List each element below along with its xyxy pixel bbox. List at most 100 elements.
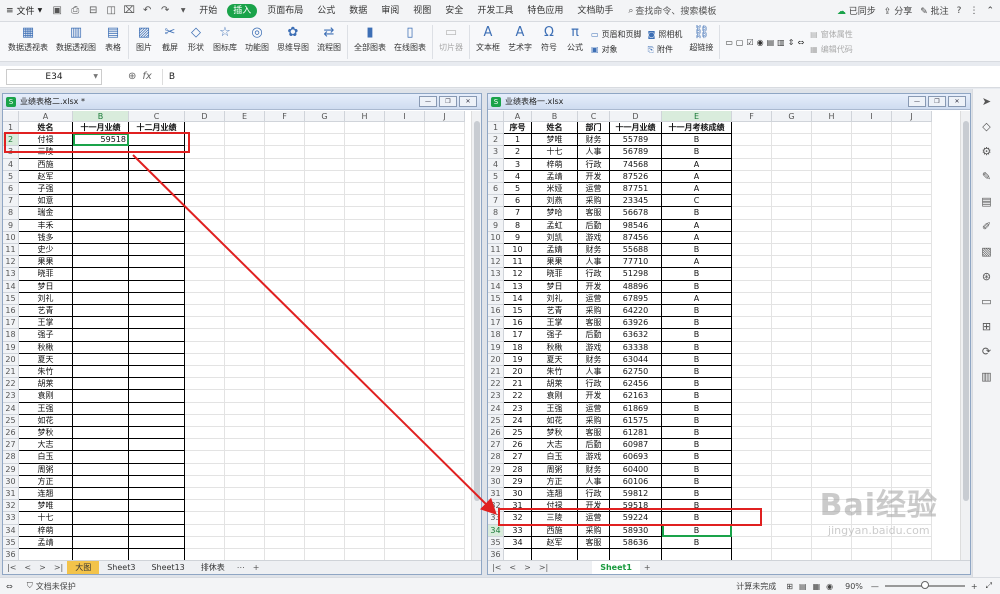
- data-cell[interactable]: 87751: [610, 183, 662, 196]
- data-cell[interactable]: 人事: [578, 146, 610, 159]
- data-cell[interactable]: 运营: [578, 512, 610, 525]
- empty-cell[interactable]: [732, 317, 772, 330]
- data-cell[interactable]: 61575: [610, 414, 662, 427]
- data-cell[interactable]: 朱竹: [532, 366, 578, 379]
- empty-cell[interactable]: [185, 280, 225, 293]
- data-cell[interactable]: 大志: [532, 439, 578, 452]
- empty-cell[interactable]: [732, 244, 772, 257]
- empty-cell[interactable]: [305, 268, 345, 281]
- data-cell[interactable]: [129, 158, 185, 171]
- empty-cell[interactable]: [305, 207, 345, 220]
- data-cell[interactable]: 行政: [578, 268, 610, 281]
- data-cell[interactable]: B: [662, 524, 732, 537]
- empty-cell[interactable]: [732, 451, 772, 464]
- row-header[interactable]: 31: [488, 488, 504, 501]
- empty-cell[interactable]: [892, 439, 932, 452]
- data-cell[interactable]: 袁刚: [532, 390, 578, 403]
- ribbon-button-15[interactable]: Ω 符号: [536, 22, 562, 62]
- data-cell[interactable]: [73, 207, 129, 220]
- data-cell[interactable]: [129, 256, 185, 269]
- empty-cell[interactable]: [732, 390, 772, 403]
- empty-cell[interactable]: [425, 341, 465, 354]
- data-cell[interactable]: 瑞金: [19, 207, 73, 220]
- data-cell[interactable]: 刘礼: [19, 292, 73, 305]
- empty-cell[interactable]: [732, 134, 772, 147]
- data-cell[interactable]: B: [662, 488, 732, 501]
- data-cell[interactable]: 59518: [73, 134, 129, 147]
- empty-cell[interactable]: [185, 207, 225, 220]
- empty-cell[interactable]: [385, 122, 425, 135]
- data-cell[interactable]: 方正: [19, 475, 73, 488]
- empty-cell[interactable]: [772, 378, 812, 391]
- empty-cell[interactable]: [892, 463, 932, 476]
- empty-cell[interactable]: [385, 512, 425, 525]
- column-header[interactable]: D: [610, 111, 662, 122]
- empty-cell[interactable]: [812, 195, 852, 208]
- empty-cell[interactable]: [265, 268, 305, 281]
- empty-cell[interactable]: [772, 268, 812, 281]
- left-vertical-scrollbar[interactable]: [471, 111, 481, 560]
- column-header[interactable]: J: [892, 111, 932, 122]
- data-cell[interactable]: [73, 500, 129, 513]
- zoom-search-icon[interactable]: ⊕: [128, 71, 136, 82]
- data-cell[interactable]: 24: [504, 414, 532, 427]
- empty-cell[interactable]: [772, 366, 812, 379]
- data-cell[interactable]: B: [662, 268, 732, 281]
- empty-cell[interactable]: [305, 280, 345, 293]
- empty-cell[interactable]: [385, 231, 425, 244]
- data-cell[interactable]: 胡莱: [19, 378, 73, 391]
- reading-mode-icon[interactable]: ◉: [826, 582, 833, 591]
- undo-icon[interactable]: ↶: [138, 0, 156, 22]
- empty-cell[interactable]: [185, 390, 225, 403]
- first-sheet-icon[interactable]: |<: [488, 563, 505, 572]
- row-header[interactable]: 4: [3, 158, 19, 171]
- menu-tab-4[interactable]: 数据: [342, 0, 374, 22]
- empty-cell[interactable]: [732, 366, 772, 379]
- empty-cell[interactable]: [732, 207, 772, 220]
- data-cell[interactable]: [129, 439, 185, 452]
- data-cell[interactable]: 55789: [610, 134, 662, 147]
- data-cell[interactable]: [73, 390, 129, 403]
- data-cell[interactable]: 王强: [19, 402, 73, 415]
- data-cell[interactable]: 果果: [532, 256, 578, 269]
- data-cell[interactable]: [129, 292, 185, 305]
- empty-cell[interactable]: [385, 146, 425, 159]
- row-header[interactable]: 28: [488, 451, 504, 464]
- empty-cell[interactable]: [225, 183, 265, 196]
- data-cell[interactable]: B: [662, 353, 732, 366]
- column-header[interactable]: H: [345, 111, 385, 122]
- empty-cell[interactable]: [852, 414, 892, 427]
- row-header[interactable]: 34: [488, 524, 504, 537]
- data-cell[interactable]: 梦秋: [19, 427, 73, 440]
- data-cell[interactable]: 客服: [578, 207, 610, 220]
- row-header[interactable]: 33: [3, 512, 19, 525]
- empty-cell[interactable]: [425, 195, 465, 208]
- empty-cell[interactable]: [225, 280, 265, 293]
- row-header[interactable]: 1: [488, 122, 504, 135]
- data-cell[interactable]: B: [662, 451, 732, 464]
- data-cell[interactable]: [73, 170, 129, 183]
- empty-cell[interactable]: [732, 256, 772, 269]
- data-cell[interactable]: 63926: [610, 317, 662, 330]
- data-cell[interactable]: 梦日: [532, 280, 578, 293]
- empty-cell[interactable]: [852, 146, 892, 159]
- empty-cell[interactable]: [425, 439, 465, 452]
- empty-cell[interactable]: [385, 414, 425, 427]
- data-cell[interactable]: 孟靖: [532, 170, 578, 183]
- empty-cell[interactable]: [185, 366, 225, 379]
- row-header[interactable]: 3: [3, 146, 19, 159]
- empty-cell[interactable]: [892, 231, 932, 244]
- row-header[interactable]: 22: [488, 378, 504, 391]
- column-header[interactable]: I: [385, 111, 425, 122]
- row-header[interactable]: 29: [488, 463, 504, 476]
- data-cell[interactable]: 8: [504, 219, 532, 232]
- column-header[interactable]: C: [578, 111, 610, 122]
- right-window-titlebar[interactable]: S 业绩表格一.xlsx — ❐ ✕: [488, 94, 970, 110]
- empty-cell[interactable]: [345, 305, 385, 318]
- data-cell[interactable]: 22: [504, 390, 532, 403]
- data-cell[interactable]: [129, 475, 185, 488]
- empty-cell[interactable]: [732, 524, 772, 537]
- empty-cell[interactable]: [892, 146, 932, 159]
- empty-cell[interactable]: [812, 366, 852, 379]
- empty-cell[interactable]: [732, 292, 772, 305]
